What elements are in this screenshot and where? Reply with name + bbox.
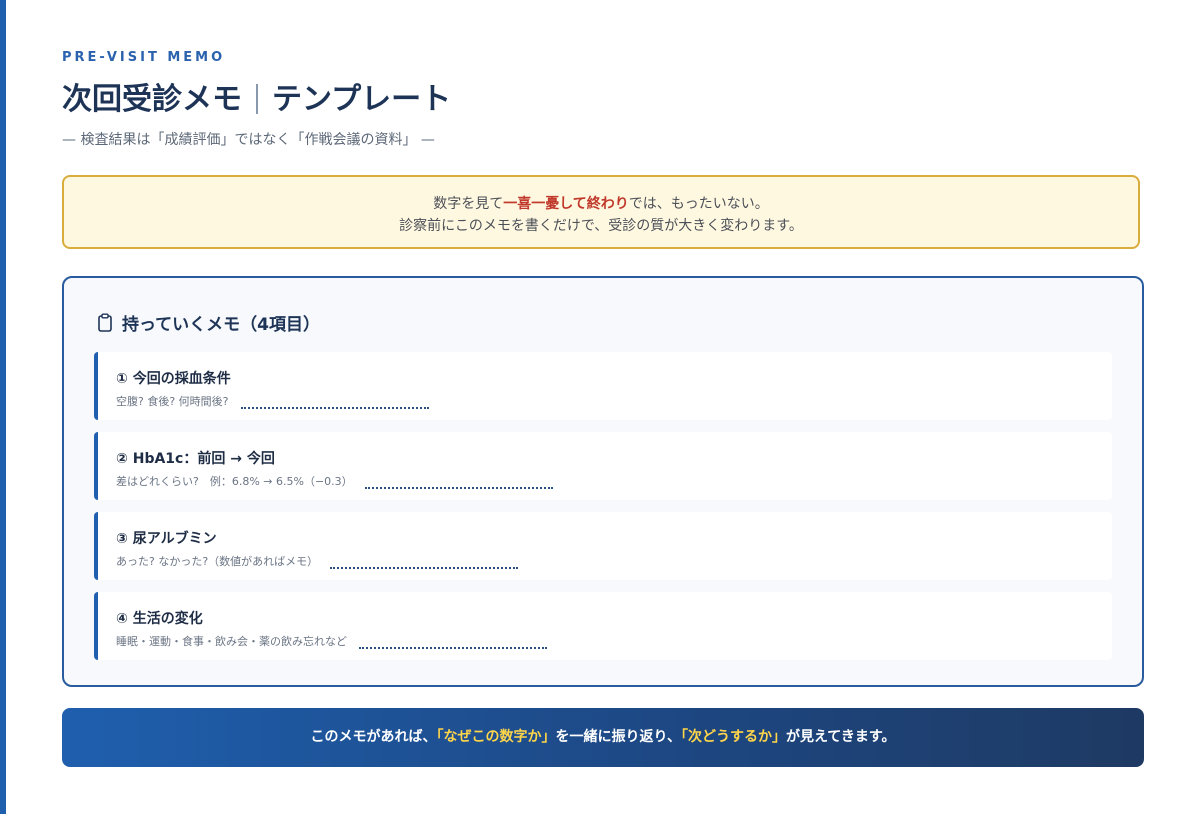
notice-line-1-after: では、もったいない。 [628, 196, 769, 212]
footer-text-2: を一緒に振り返り、 [555, 729, 681, 745]
title-main: 次回受診メモ [62, 82, 242, 117]
footer-highlight-2: 「次どうするか」 [680, 729, 786, 745]
notice-emphasis: 一喜一憂して終わり [503, 196, 629, 212]
footer-highlight-1: 「なぜこの数字か」 [436, 729, 556, 745]
notice-line-1: 数字を見て一喜一憂して終わりでは、もったいない。 [64, 193, 1138, 215]
memo-item-hint: 睡眠・運動・食事・飲み会・薬の飲み忘れなど [116, 633, 547, 649]
write-in-line[interactable] [364, 479, 553, 489]
memo-item: ① 今回の採血条件 空腹? 食後? 何時間後? [94, 352, 1112, 420]
memo-item-title: ① 今回の採血条件 [116, 371, 231, 387]
write-in-line[interactable] [240, 399, 429, 409]
page-subtitle: — 検査結果は「成績評価」ではなく「作戦会議の資料」 — [62, 132, 435, 148]
memo-item-title: ③ 尿アルブミン [116, 531, 217, 547]
memo-item-title: ④ 生活の変化 [116, 611, 203, 627]
memo-item: ④ 生活の変化 睡眠・運動・食事・飲み会・薬の飲み忘れなど [94, 592, 1112, 660]
memo-item: ② HbA1c：前回 → 今回 差はどれくらい? 例：6.8% → 6.5%（−… [94, 432, 1112, 500]
memo-heading-text: 持っていくメモ（4項目） [122, 315, 320, 335]
memo-item-list: ① 今回の採血条件 空腹? 食後? 何時間後? ② HbA1c：前回 → 今回 … [94, 352, 1112, 672]
memo-item-hint-text: 睡眠・運動・食事・飲み会・薬の飲み忘れなど [116, 635, 347, 648]
memo-item-title: ② HbA1c：前回 → 今回 [116, 451, 275, 467]
memo-item-hint: あった? なかった?（数値があればメモ） [116, 553, 519, 569]
memo-card: 持っていくメモ（4項目） ① 今回の採血条件 空腹? 食後? 何時間後? ② H… [62, 276, 1144, 687]
write-in-line[interactable] [330, 559, 519, 569]
footer-text-1: このメモがあれば、 [310, 729, 437, 745]
footer-banner: このメモがあれば、「なぜこの数字か」を一緒に振り返り、「次どうするか」が見えてき… [62, 708, 1144, 767]
notice-line-1-before: 数字を見て [433, 196, 504, 212]
write-in-line[interactable] [359, 639, 547, 649]
clipboard-icon [96, 313, 114, 333]
memo-item-hint-text: あった? なかった?（数値があればメモ） [116, 555, 319, 568]
page-title: 次回受診メモ テンプレート [62, 80, 451, 120]
memo-item-hint-text: 差はどれくらい? 例：6.8% → 6.5%（−0.3） [116, 475, 353, 488]
footer-text-3: が見えてきます。 [785, 729, 896, 745]
memo-item: ③ 尿アルブミン あった? なかった?（数値があればメモ） [94, 512, 1112, 580]
eyebrow-label: PRE-VISIT MEMO [62, 50, 226, 65]
left-accent-bar [0, 0, 6, 814]
notice-line-2: 診察前にこのメモを書くだけで、受診の質が大きく変わります。 [399, 218, 803, 234]
memo-item-hint: 差はどれくらい? 例：6.8% → 6.5%（−0.3） [116, 473, 553, 489]
title-sub: テンプレート [272, 82, 452, 117]
memo-item-hint: 空腹? 食後? 何時間後? [116, 393, 429, 409]
notice-box: 数字を見て一喜一憂して終わりでは、もったいない。 診察前にこのメモを書くだけで、… [62, 175, 1140, 249]
memo-item-hint-text: 空腹? 食後? 何時間後? [116, 395, 229, 408]
title-divider [256, 84, 258, 114]
memo-heading: 持っていくメモ（4項目） [96, 310, 320, 335]
